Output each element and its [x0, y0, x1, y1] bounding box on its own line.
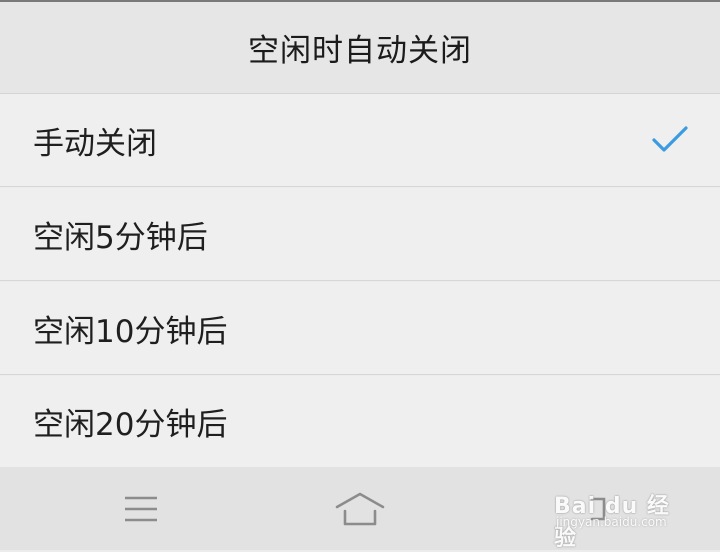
option-label: 空闲5分钟后 — [33, 219, 208, 256]
dialog-title: 空闲时自动关闭 — [248, 33, 472, 69]
menu-icon — [125, 496, 157, 521]
home-icon — [335, 492, 385, 525]
option-idle-20min[interactable]: 空闲20分钟后 — [0, 376, 720, 467]
check-icon — [652, 126, 688, 152]
watermark-url: jingyan.baidu.com — [556, 515, 667, 529]
menu-button[interactable] — [91, 467, 191, 550]
option-idle-10min[interactable]: 空闲10分钟后 — [0, 282, 720, 375]
option-label: 空闲10分钟后 — [33, 313, 228, 350]
dialog-header: 空闲时自动关闭 — [0, 2, 720, 94]
option-manual-close[interactable]: 手动关闭 — [0, 94, 720, 187]
option-idle-5min[interactable]: 空闲5分钟后 — [0, 188, 720, 281]
option-label: 空闲20分钟后 — [33, 407, 228, 443]
watermark-logo: Bai du 经验 jingyan.baidu.com — [554, 478, 684, 551]
option-label: 手动关闭 — [33, 125, 157, 162]
home-button[interactable] — [310, 467, 410, 550]
